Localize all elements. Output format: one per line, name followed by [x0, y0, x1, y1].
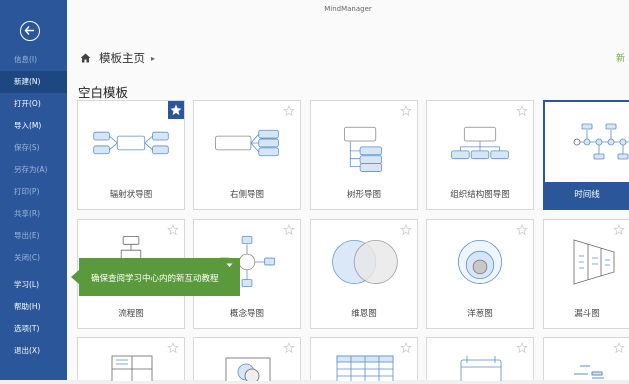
template-label: 洋葱图 [467, 309, 493, 319]
template-label: 右侧导图 [229, 190, 264, 200]
back-button[interactable] [20, 21, 40, 41]
home-icon[interactable] [80, 53, 91, 63]
star-outline-icon[interactable] [283, 105, 295, 117]
template-label: 树形导图 [346, 190, 381, 200]
menu-item-help[interactable]: 帮助(H) [0, 296, 67, 318]
star-outline-icon[interactable] [283, 342, 295, 354]
template-tile-row3-1[interactable] [77, 337, 185, 383]
star-outline-icon[interactable] [516, 342, 528, 354]
star-outline-icon[interactable] [613, 342, 625, 354]
backstage-menu: 信息(I) 新建(N) 打开(O) 导入(M) 保存(S) 另存为(A) 打印(… [0, 49, 67, 362]
arrow-left-icon [24, 26, 34, 35]
menu-item-new[interactable]: 新建(N) [0, 71, 67, 93]
template-label: 辐射状导图 [109, 190, 153, 200]
template-tile-tree[interactable]: 树形导图 [310, 100, 418, 210]
menu-item-share[interactable]: 共享(R) [0, 203, 67, 225]
template-label: 概念导图 [229, 309, 264, 319]
app-title: MindManager [324, 5, 372, 13]
chevron-down-icon[interactable] [226, 263, 233, 268]
menu-item-print[interactable]: 打印(P) [0, 181, 67, 203]
section-title: 空白模板 [78, 85, 129, 100]
template-label: 漏斗图 [574, 309, 600, 319]
template-tile-row3-3[interactable] [310, 337, 418, 383]
menu-item-learn[interactable]: 学习(L) [0, 274, 67, 296]
star-outline-icon[interactable] [167, 342, 179, 354]
tooltip-text: 确保查阅学习中心内的新互动教程 [91, 274, 219, 284]
star-outline-icon[interactable] [516, 224, 528, 236]
template-tile-timeline[interactable]: 时间线 [543, 100, 629, 210]
breadcrumb: 模板主页 ▸ [80, 50, 155, 66]
template-tile-org-chart[interactable]: 组织结构图导图 [426, 100, 534, 210]
right-link[interactable]: 新 [616, 51, 625, 64]
template-tile-onion[interactable]: 洋葱图 [426, 219, 534, 329]
template-tile-funnel[interactable]: 漏斗图 [543, 219, 629, 329]
template-label: 时间线 [574, 190, 600, 200]
menu-item-info[interactable]: 信息(I) [0, 49, 67, 71]
tooltip-pointer [71, 270, 79, 284]
template-tile-radial[interactable]: 辐射状导图 [77, 100, 185, 210]
star-outline-icon[interactable] [283, 224, 295, 236]
template-label: 流程图 [118, 309, 144, 319]
star-outline-icon[interactable] [400, 105, 412, 117]
star-outline-icon[interactable] [613, 224, 625, 236]
template-tile-row3-2[interactable] [193, 337, 301, 384]
star-icon [170, 104, 182, 115]
star-outline-icon[interactable] [167, 224, 179, 236]
menu-item-export[interactable]: 导出(E) [0, 225, 67, 247]
menu-item-open[interactable]: 打开(O) [0, 93, 67, 115]
menu-item-options[interactable]: 选项(T) [0, 318, 67, 340]
template-tile-row3-5[interactable] [543, 337, 629, 380]
template-label: 组织结构图导图 [450, 190, 510, 200]
template-tile-right[interactable]: 右侧导图 [193, 100, 301, 210]
menu-item-save-as[interactable]: 另存为(A) [0, 159, 67, 181]
learning-center-tooltip[interactable]: 确保查阅学习中心内的新互动教程 [71, 258, 240, 296]
template-label: 维恩图 [351, 309, 377, 319]
star-outline-icon[interactable] [400, 342, 412, 354]
star-outline-icon[interactable] [516, 105, 528, 117]
menu-item-import[interactable]: 导入(M) [0, 115, 67, 137]
star-outline-icon[interactable] [400, 224, 412, 236]
template-tile-row3-4[interactable] [426, 337, 534, 383]
featured-badge [168, 101, 184, 119]
main-panel: MindManager 模板主页 ▸ 新 空白模板 辐射状导图 右侧导图 树形导… [67, 0, 629, 384]
backstage-sidebar: 信息(I) 新建(N) 打开(O) 导入(M) 保存(S) 另存为(A) 打印(… [0, 0, 67, 380]
chevron-right-icon: ▸ [151, 53, 156, 63]
menu-item-close[interactable]: 关闭(C) [0, 247, 67, 269]
menu-item-exit[interactable]: 退出(X) [0, 340, 67, 362]
template-tile-venn[interactable]: 维恩图 [310, 219, 418, 329]
timeline-thumbnail [545, 102, 629, 182]
breadcrumb-label[interactable]: 模板主页 [99, 50, 145, 66]
menu-item-save[interactable]: 保存(S) [0, 137, 67, 159]
